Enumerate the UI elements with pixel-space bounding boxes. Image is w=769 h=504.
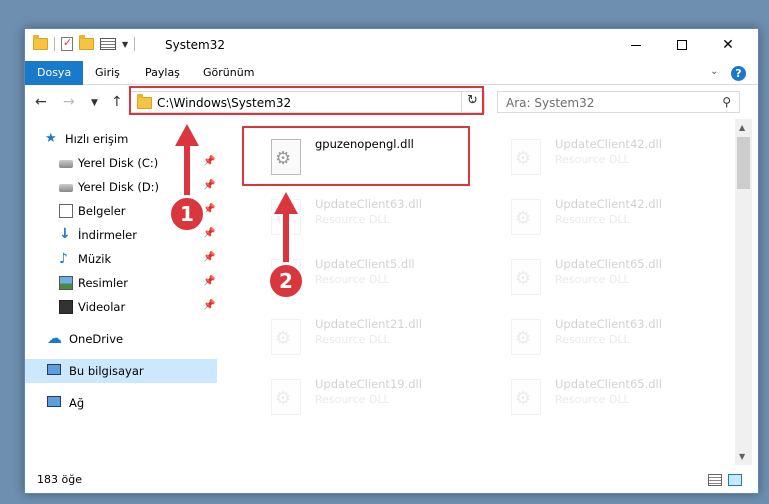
arrow-2 — [269, 186, 303, 272]
step-badge-2: 2 — [267, 262, 305, 300]
annotation-arrows — [170, 118, 303, 272]
arrow-1 — [170, 118, 204, 206]
step-badge-1: 1 — [168, 195, 206, 233]
